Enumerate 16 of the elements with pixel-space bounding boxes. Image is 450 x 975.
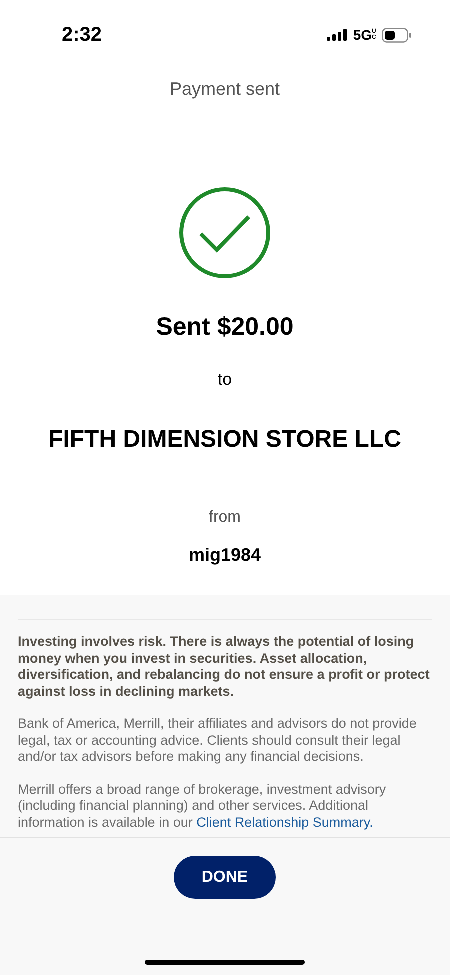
risk-disclosure: Investing involves risk. There is always the potential of losing money when you invest in securities. Asset allocation, diversification, and rebalancing do not ensure a profit or protect against loss in declining markets. bbox=[18, 634, 431, 700]
checkmark-circle-icon bbox=[179, 187, 271, 279]
network-label: 5G bbox=[353, 26, 372, 44]
signal-icon bbox=[327, 29, 348, 41]
status-time: 2:32 bbox=[62, 23, 102, 48]
battery-icon bbox=[382, 28, 412, 42]
client-relationship-summary-link[interactable]: Client Relationship Summary. bbox=[196, 814, 374, 830]
page-title: Payment sent bbox=[170, 78, 280, 101]
account-name: mig1984 bbox=[188, 544, 262, 567]
from-label: from bbox=[209, 508, 241, 528]
to-label: to bbox=[218, 368, 232, 390]
advice-disclosure: Bank of America, Merrill, their affiliates and advisors do not provide legal, tax or accounting advice. Clients should consult their legal and/or tax advisors before making any financial decisions. bbox=[18, 716, 418, 766]
done-button[interactable]: DONE bbox=[174, 856, 276, 899]
services-disclosure: Merrill offers a broad range of brokerage, investment advisory (including financial planning) and other services. Additional information is available in our Client Relationship Summary. bbox=[18, 782, 388, 831]
amount-sent: Sent $20.00 bbox=[156, 312, 294, 343]
payee-name: FIFTH DIMENSION STORE LLC bbox=[48, 425, 402, 455]
